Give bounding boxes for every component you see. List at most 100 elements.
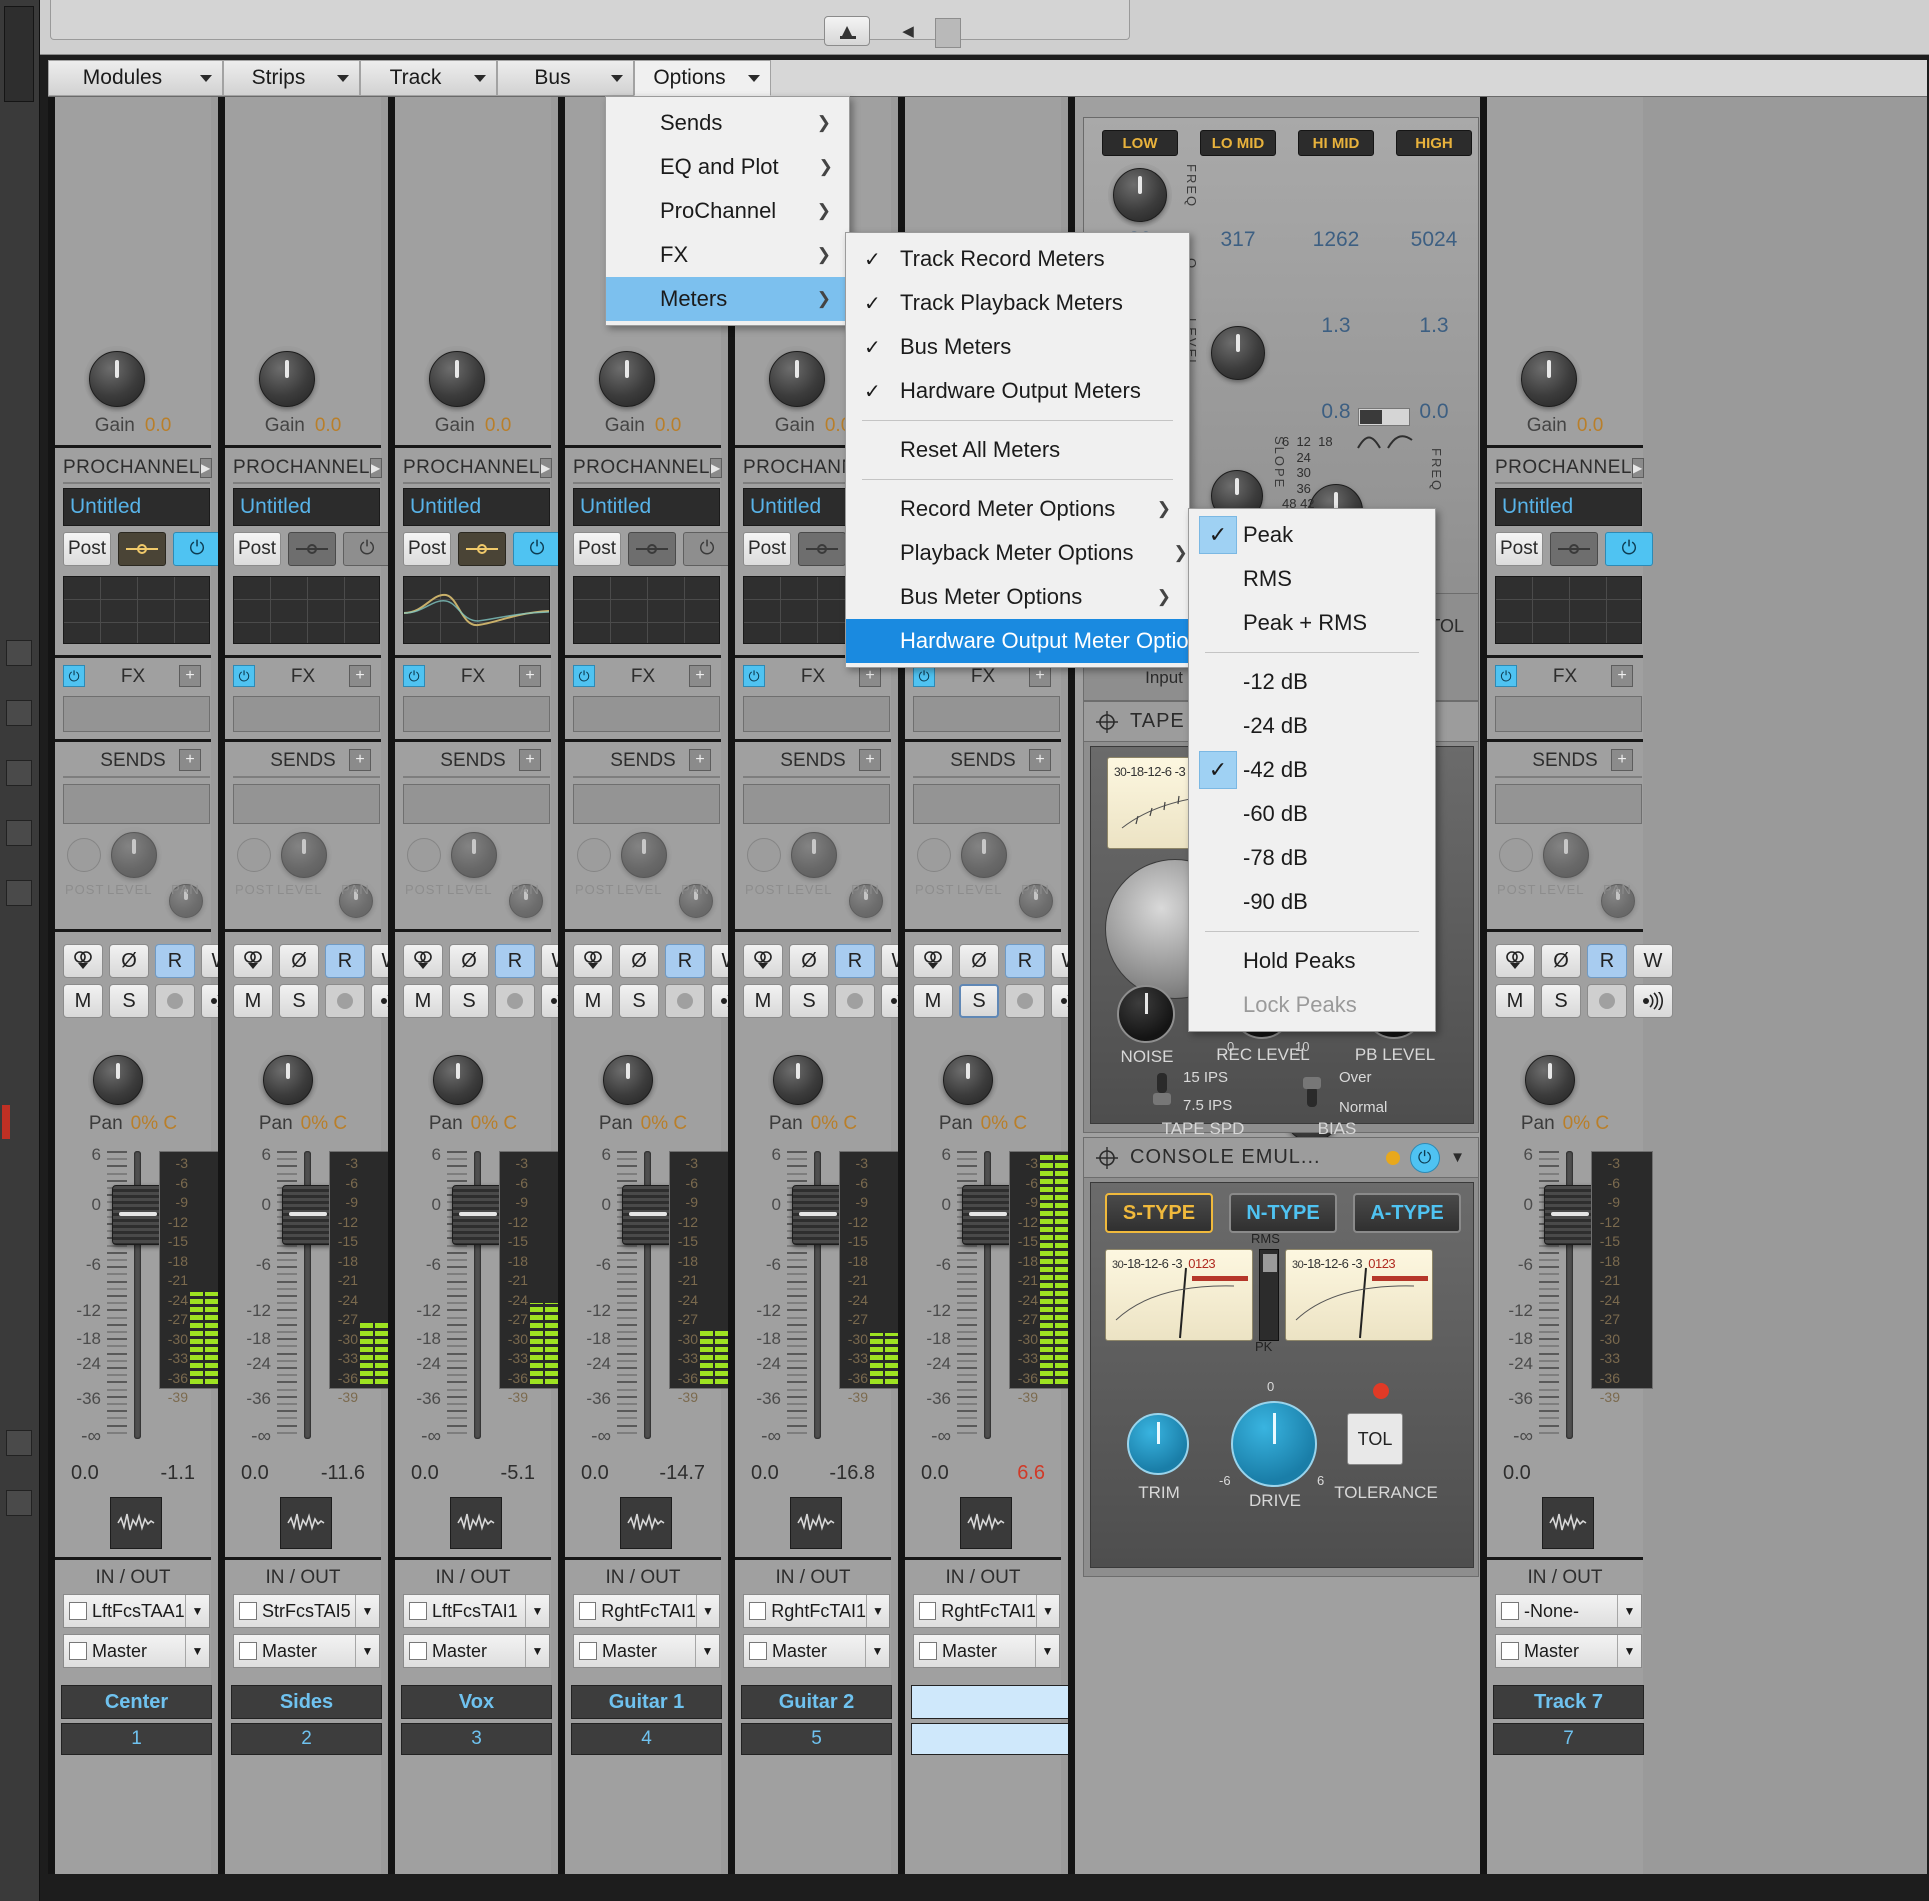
menu-item[interactable]: ✓ Hardware Output Meters [846, 369, 1189, 413]
menu-item[interactable]: ✓ Peak [1189, 513, 1435, 557]
output-selector[interactable]: Master ▼ [573, 1634, 720, 1668]
prochannel-preset-name[interactable]: Untitled [63, 488, 210, 526]
menu-item[interactable]: -24 dB [1189, 704, 1435, 748]
phase-invert-button[interactable]: Ø [279, 944, 319, 978]
menu-item[interactable]: Hardware Output Meter Options❯ [846, 619, 1266, 663]
rail-tick-2[interactable] [6, 700, 32, 726]
prochannel-header[interactable]: PROCHANNEL ▶ [1487, 452, 1644, 484]
send-slot[interactable] [743, 784, 890, 824]
volume-fader[interactable] [962, 1185, 1014, 1245]
menu-track[interactable]: Track [360, 60, 497, 96]
output-selector[interactable]: Master ▼ [743, 1634, 890, 1668]
sends-add-button[interactable]: + [349, 749, 371, 771]
track-name-label[interactable]: Guitar 1 [571, 1685, 722, 1719]
fx-add-button[interactable]: + [179, 665, 201, 687]
rail-tick-6[interactable] [6, 1430, 32, 1456]
send-slot[interactable] [63, 784, 210, 824]
menu-item[interactable]: RMS [1189, 557, 1435, 601]
menu-item[interactable]: Meters ❯ [606, 277, 849, 321]
menu-item[interactable]: Reset All Meters [846, 428, 1189, 472]
fx-add-button[interactable]: + [519, 665, 541, 687]
stereo-interleave-button[interactable] [743, 944, 783, 978]
input-echo-button[interactable] [1633, 984, 1673, 1018]
prochannel-power-button[interactable]: ⏻ [1605, 532, 1653, 566]
solo-button[interactable]: S [109, 984, 149, 1018]
output-selector[interactable]: Master ▼ [63, 1634, 210, 1668]
eq-bypass-icon[interactable] [798, 532, 846, 566]
chevron-down-icon[interactable]: ▼ [355, 1595, 379, 1627]
phase-invert-button[interactable]: Ø [789, 944, 829, 978]
send-post-toggle[interactable] [67, 838, 101, 872]
mute-button[interactable]: M [63, 984, 103, 1018]
sends-add-button[interactable]: + [859, 749, 881, 771]
post-button[interactable]: Post [63, 532, 111, 566]
prochannel-preset-name[interactable]: Untitled [233, 488, 380, 526]
menu-item[interactable]: -78 dB [1189, 836, 1435, 880]
mute-button[interactable]: M [233, 984, 273, 1018]
send-level-knob[interactable] [621, 832, 667, 878]
gain-knob[interactable] [259, 351, 315, 407]
horizontal-scrollbar-thumb[interactable] [935, 18, 961, 48]
send-level-knob[interactable] [451, 832, 497, 878]
fx-add-button[interactable]: + [689, 665, 711, 687]
console-module-header[interactable]: CONSOLE EMUL... ⏻ ▼ [1084, 1138, 1478, 1178]
automation-read-button[interactable]: R [1587, 944, 1627, 978]
prochannel-power-button[interactable]: ⏻ [173, 532, 221, 566]
input-selector[interactable]: RghtFcTAI1 ▼ [913, 1594, 1060, 1628]
chevron-down-icon[interactable]: ▼ [1617, 1635, 1641, 1667]
stereo-interleave-button[interactable] [233, 944, 273, 978]
track-number-label[interactable]: 3 [401, 1723, 552, 1755]
chevron-right-icon[interactable]: ▶ [709, 458, 722, 478]
send-level-knob[interactable] [791, 832, 837, 878]
stereo-interleave-button[interactable] [573, 944, 613, 978]
fx-add-button[interactable]: + [349, 665, 371, 687]
menu-options[interactable]: Options [634, 60, 771, 96]
fx-slot[interactable] [403, 696, 550, 732]
post-button[interactable]: Post [233, 532, 281, 566]
eq-band-button[interactable]: LO MID [1200, 130, 1276, 156]
tape-speed-75-label[interactable]: 7.5 IPS [1183, 1097, 1232, 1114]
mute-button[interactable]: M [743, 984, 783, 1018]
noise-knob[interactable] [1117, 985, 1175, 1043]
fx-slot[interactable] [573, 696, 720, 732]
chevron-down-icon[interactable]: ▼ [696, 1595, 719, 1627]
fx-slot[interactable] [743, 696, 890, 732]
prochannel-header[interactable]: PROCHANNEL ▶ [565, 452, 722, 484]
send-post-toggle[interactable] [747, 838, 781, 872]
output-selector[interactable]: Master ▼ [913, 1634, 1060, 1668]
eq-bypass-icon[interactable] [628, 532, 676, 566]
volume-fader[interactable] [622, 1185, 674, 1245]
input-selector[interactable]: RghtFcTAI1 ▼ [743, 1594, 890, 1628]
track-name-label[interactable]: Vox [401, 1685, 552, 1719]
automation-read-button[interactable]: R [155, 944, 195, 978]
menu-item[interactable]: ✓ Bus Meters [846, 325, 1189, 369]
sends-add-button[interactable]: + [689, 749, 711, 771]
bias-switch[interactable] [1301, 1073, 1323, 1109]
prochannel-preset-name[interactable]: Untitled [403, 488, 550, 526]
track-name-label[interactable]: Guitar 2 [741, 1685, 892, 1719]
fx-slot[interactable] [1495, 696, 1642, 732]
console-rms-pk-switch[interactable] [1259, 1249, 1279, 1341]
console-type-n-button[interactable]: N-TYPE [1229, 1193, 1337, 1233]
mute-button[interactable]: M [913, 984, 953, 1018]
send-level-knob[interactable] [281, 832, 327, 878]
scroll-left-icon[interactable]: ◀ [895, 18, 921, 44]
send-slot[interactable] [403, 784, 550, 824]
fx-add-button[interactable]: + [1611, 665, 1633, 687]
menu-item[interactable]: Hold Peaks [1189, 939, 1435, 983]
prochannel-power-button[interactable]: ⏻ [683, 532, 731, 566]
volume-fader[interactable] [1544, 1185, 1596, 1245]
menu-item[interactable]: Playback Meter Options ❯ [846, 531, 1189, 575]
tolerance-button[interactable]: TOL [1347, 1413, 1403, 1465]
pan-knob[interactable] [93, 1055, 143, 1105]
prochannel-header[interactable]: PROCHANNEL ▶ [395, 452, 552, 484]
rail-tick-3[interactable] [6, 760, 32, 786]
post-button[interactable]: Post [403, 532, 451, 566]
tape-speed-15-label[interactable]: 15 IPS [1183, 1069, 1228, 1086]
record-arm-button[interactable] [325, 984, 365, 1018]
track-number-label[interactable]: 7 [1493, 1723, 1644, 1755]
solo-button[interactable]: S [279, 984, 319, 1018]
menu-item[interactable]: EQ and Plot ❯ [606, 145, 849, 189]
menu-item[interactable]: Lock Peaks [1189, 983, 1435, 1027]
console-power-button[interactable]: ⏻ [1410, 1142, 1441, 1173]
